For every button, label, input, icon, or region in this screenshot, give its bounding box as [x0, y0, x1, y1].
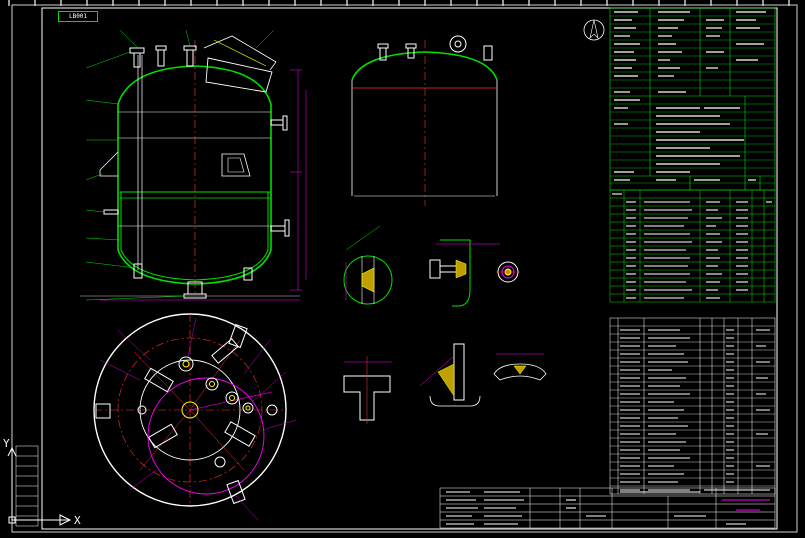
nozzle-table	[609, 189, 776, 303]
support-lug	[99, 151, 119, 177]
vessel-jacket	[120, 192, 269, 281]
detail-view-4	[343, 356, 392, 424]
drawing-frame-outer	[11, 4, 798, 533]
ucs-y-label: Y	[3, 437, 10, 450]
detail-view-2	[429, 239, 500, 307]
north-arrow-icon	[583, 19, 605, 41]
vessel-elevation-view	[99, 35, 290, 299]
ucs-axis-icon	[7, 446, 72, 526]
detail-view-6	[493, 353, 547, 381]
vessel-plan-view	[93, 313, 287, 507]
detail-view-3	[496, 261, 520, 283]
vessel-top-head	[117, 65, 272, 105]
title-block-text-marks	[446, 491, 770, 525]
head-elevation-view	[351, 35, 498, 206]
parts-list-text-marks	[620, 329, 770, 491]
manhole-inclined	[205, 57, 273, 93]
revision-strip	[15, 445, 39, 527]
layout-tab-label[interactable]: LB001	[58, 11, 98, 22]
parts-list-rows	[610, 325, 775, 487]
cad-drawing-canvas[interactable]	[0, 0, 805, 538]
leader-lines-main	[85, 29, 275, 301]
drawing-frame-inner	[41, 7, 778, 530]
design-data-table	[609, 7, 776, 191]
vessel-bottom-head	[117, 249, 272, 285]
detail-view-5	[419, 343, 481, 407]
ucs-x-label: X	[74, 514, 81, 527]
detail-view-1	[343, 225, 393, 305]
